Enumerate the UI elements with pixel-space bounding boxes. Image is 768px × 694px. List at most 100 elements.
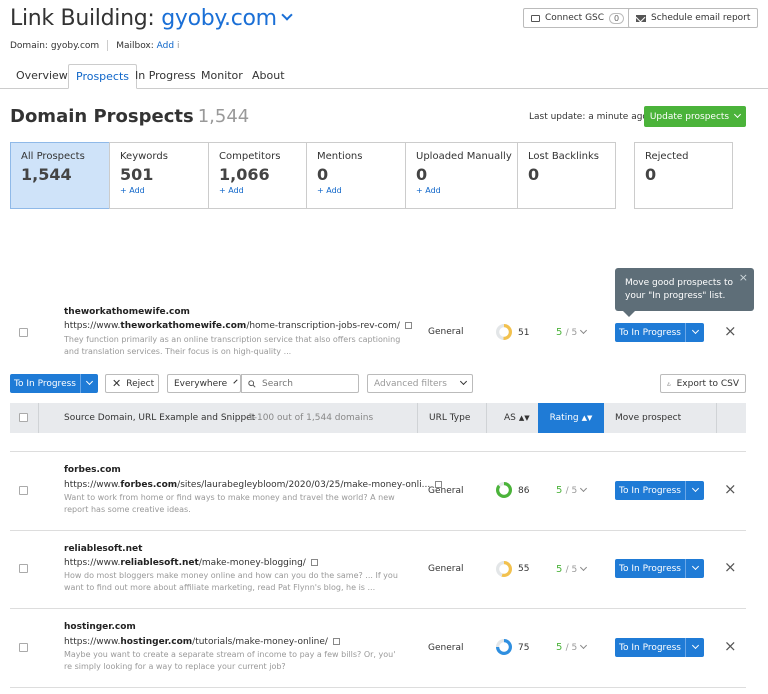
rating-max: / 5 [565, 486, 578, 496]
reject-button[interactable]: ✕ Reject [105, 374, 159, 393]
rating-dropdown[interactable]: 5 / 5 [556, 563, 588, 575]
row-checkbox[interactable] [19, 564, 28, 573]
chevron-down-icon[interactable] [281, 9, 293, 21]
url-domain: forbes.com [120, 480, 178, 490]
rating-value: 5 [556, 327, 563, 338]
authority-score-value: 55 [518, 564, 530, 574]
stat-mentions[interactable]: Mentions 0 + Add [306, 142, 406, 209]
authority-score-ring [496, 639, 512, 655]
authority-score-ring [496, 561, 512, 577]
search-input[interactable] [262, 378, 352, 389]
move-label: To In Progress [619, 327, 681, 338]
advanced-filters-select[interactable]: Advanced filters [367, 374, 473, 393]
chevron-down-icon [580, 484, 588, 493]
stat-add-link[interactable]: + Add [219, 186, 296, 195]
col-as-sort[interactable]: AS ▲▼ [504, 403, 530, 433]
external-link-icon[interactable] [404, 322, 412, 329]
reject-icon[interactable]: × [724, 322, 737, 340]
export-icon [667, 381, 671, 386]
row-url-type: General [428, 564, 464, 574]
reject-icon[interactable]: × [724, 558, 737, 576]
close-icon[interactable]: × [739, 271, 748, 284]
stat-label: Uploaded Manually [416, 151, 512, 162]
row-url-link[interactable]: https://www.reliablesoft.net/make-money-… [64, 558, 318, 568]
row-checkbox[interactable] [19, 328, 28, 337]
rating-dropdown[interactable]: 5 / 5 [556, 641, 588, 653]
rating-dropdown[interactable]: 5 / 5 [556, 326, 588, 338]
chevron-down-icon [734, 110, 742, 119]
info-icon[interactable]: i [177, 41, 180, 51]
url-path: /sites/laurabegleybloom/2020/03/25/make-… [177, 480, 431, 490]
dropdown-toggle[interactable] [685, 559, 704, 578]
dropdown-toggle[interactable] [685, 638, 704, 657]
bulk-dropdown-toggle[interactable] [80, 374, 98, 393]
search-icon [248, 379, 256, 388]
reject-icon[interactable]: × [724, 637, 737, 655]
stat-competitors[interactable]: Competitors 1,066 + Add [208, 142, 307, 209]
tab-monitor[interactable]: Monitor [194, 64, 250, 89]
chevron-down-icon [459, 377, 468, 386]
row-url-link[interactable]: https://www.hostinger.com/tutorials/make… [64, 637, 340, 647]
section-title-text: Domain Prospects [10, 106, 194, 127]
connect-gsc-button[interactable]: Connect GSC 0 [523, 8, 633, 28]
row-domain: forbes.com [64, 465, 121, 475]
row-snippet: How do most bloggers make money online a… [64, 571, 398, 592]
move-label: To In Progress [619, 642, 681, 653]
chevron-down-icon [85, 377, 94, 386]
stat-add-link[interactable]: + Add [317, 186, 395, 195]
search-field[interactable] [241, 374, 359, 393]
url-prefix: https://www. [64, 321, 121, 331]
dropdown-toggle[interactable] [685, 481, 704, 500]
col-rating-sort[interactable]: Rating ▲▼ [538, 403, 604, 433]
domain-label: Domain: gyoby.com [10, 41, 100, 51]
stat-add-link[interactable]: + Add [120, 186, 198, 195]
stat-label: Competitors [219, 151, 281, 162]
row-checkbox[interactable] [19, 643, 28, 652]
stat-add-link[interactable]: + Add [416, 186, 507, 195]
scope-value: Everywhere [174, 378, 228, 389]
tab-in-progress[interactable]: In Progress [128, 64, 203, 89]
row-snippet: They function primarily as an online tra… [64, 335, 401, 356]
col-as-label: AS [504, 413, 516, 423]
dropdown-toggle[interactable] [685, 323, 704, 342]
close-icon: ✕ [112, 377, 122, 390]
stat-all-prospects[interactable]: All Prospects 1,544 [10, 142, 110, 209]
to-in-progress-button[interactable]: To In Progress [615, 481, 704, 500]
export-csv-button[interactable]: Export to CSV [660, 374, 746, 393]
mailbox-add-link[interactable]: Add [157, 41, 174, 51]
url-prefix: https://www. [64, 558, 121, 568]
rating-value: 5 [556, 642, 563, 653]
external-link-icon[interactable] [310, 559, 318, 566]
scope-select[interactable]: Everywhere [167, 374, 241, 393]
tab-overview[interactable]: Overview [9, 64, 75, 89]
to-in-progress-button[interactable]: To In Progress [615, 638, 704, 657]
schedule-email-button[interactable]: Schedule email report [628, 8, 759, 28]
url-domain: hostinger.com [120, 637, 193, 647]
stat-value: 1,544 [21, 165, 72, 184]
reject-icon[interactable]: × [724, 480, 737, 498]
bulk-to-in-progress-button[interactable]: To In Progress [10, 374, 98, 393]
external-link-icon[interactable] [332, 638, 340, 645]
project-domain-dropdown[interactable]: gyoby.com [161, 6, 277, 31]
schedule-email-label: Schedule email report [651, 13, 751, 23]
rating-value: 5 [556, 485, 563, 496]
gsc-count-badge: 0 [609, 12, 625, 24]
tab-prospects[interactable]: Prospects [68, 64, 138, 89]
tab-about[interactable]: About [245, 64, 292, 89]
url-prefix: https://www. [64, 480, 121, 490]
stat-rejected[interactable]: Rejected 0 [634, 142, 733, 209]
to-in-progress-button[interactable]: To In Progress [615, 323, 704, 342]
chevron-down-icon [691, 484, 699, 493]
row-url-link[interactable]: https://www.theworkathomewife.com/home-t… [64, 321, 412, 331]
sort-icon: ▲▼ [518, 414, 530, 422]
row-checkbox[interactable] [19, 486, 28, 495]
stat-lost-backlinks[interactable]: Lost Backlinks 0 [517, 142, 616, 209]
to-in-progress-button[interactable]: To In Progress [615, 559, 704, 578]
update-prospects-label: Update prospects [649, 111, 730, 122]
rating-dropdown[interactable]: 5 / 5 [556, 484, 588, 496]
stat-uploaded-manually[interactable]: Uploaded Manually 0 + Add [405, 142, 518, 209]
update-prospects-button[interactable]: Update prospects [644, 106, 746, 127]
stat-keywords[interactable]: Keywords 501 + Add [109, 142, 209, 209]
row-url-link[interactable]: https://www.forbes.com/sites/laurabegley… [64, 480, 443, 490]
select-all-checkbox[interactable] [19, 413, 28, 422]
